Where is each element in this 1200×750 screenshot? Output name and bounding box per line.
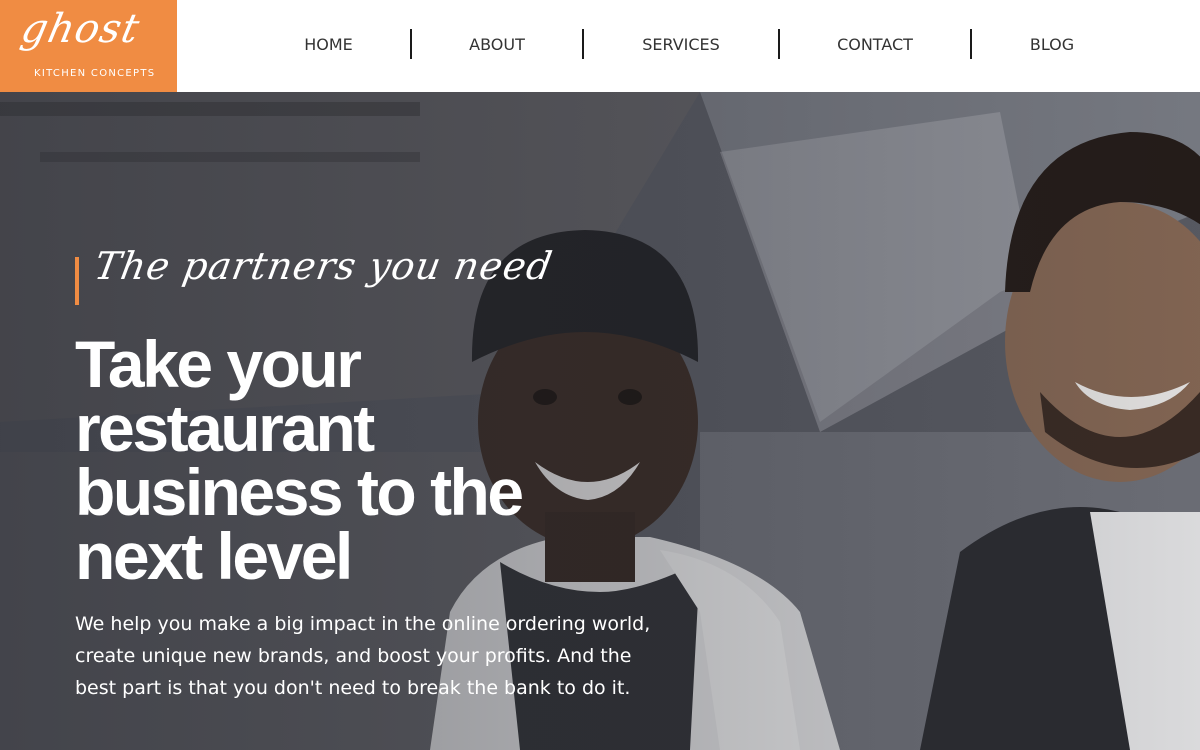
tagline-accent-bar (75, 257, 79, 305)
main-nav: HOME ABOUT SERVICES CONTACT BLOG (262, 28, 1132, 60)
nav-home[interactable]: HOME (262, 35, 395, 54)
nav-contact[interactable]: CONTACT (780, 35, 970, 54)
nav-services[interactable]: SERVICES (584, 35, 778, 54)
hero-body-text: We help you make a big impact in the onl… (75, 613, 651, 699)
hero-headline: Take your restaurant business to the nex… (75, 327, 524, 593)
site-header: ghost KITCHEN CONCEPTS HOME ABOUT SERVIC… (0, 0, 1200, 92)
hero-section: The partners you need Take your restaura… (0, 92, 1200, 750)
logo-script-text: ghost (17, 6, 144, 52)
nav-blog[interactable]: BLOG (972, 35, 1132, 54)
hero-tagline: The partners you need (91, 244, 557, 288)
brand-logo[interactable]: ghost KITCHEN CONCEPTS (0, 0, 177, 92)
nav-about[interactable]: ABOUT (412, 35, 582, 54)
logo-subtitle: KITCHEN CONCEPTS (34, 68, 156, 79)
